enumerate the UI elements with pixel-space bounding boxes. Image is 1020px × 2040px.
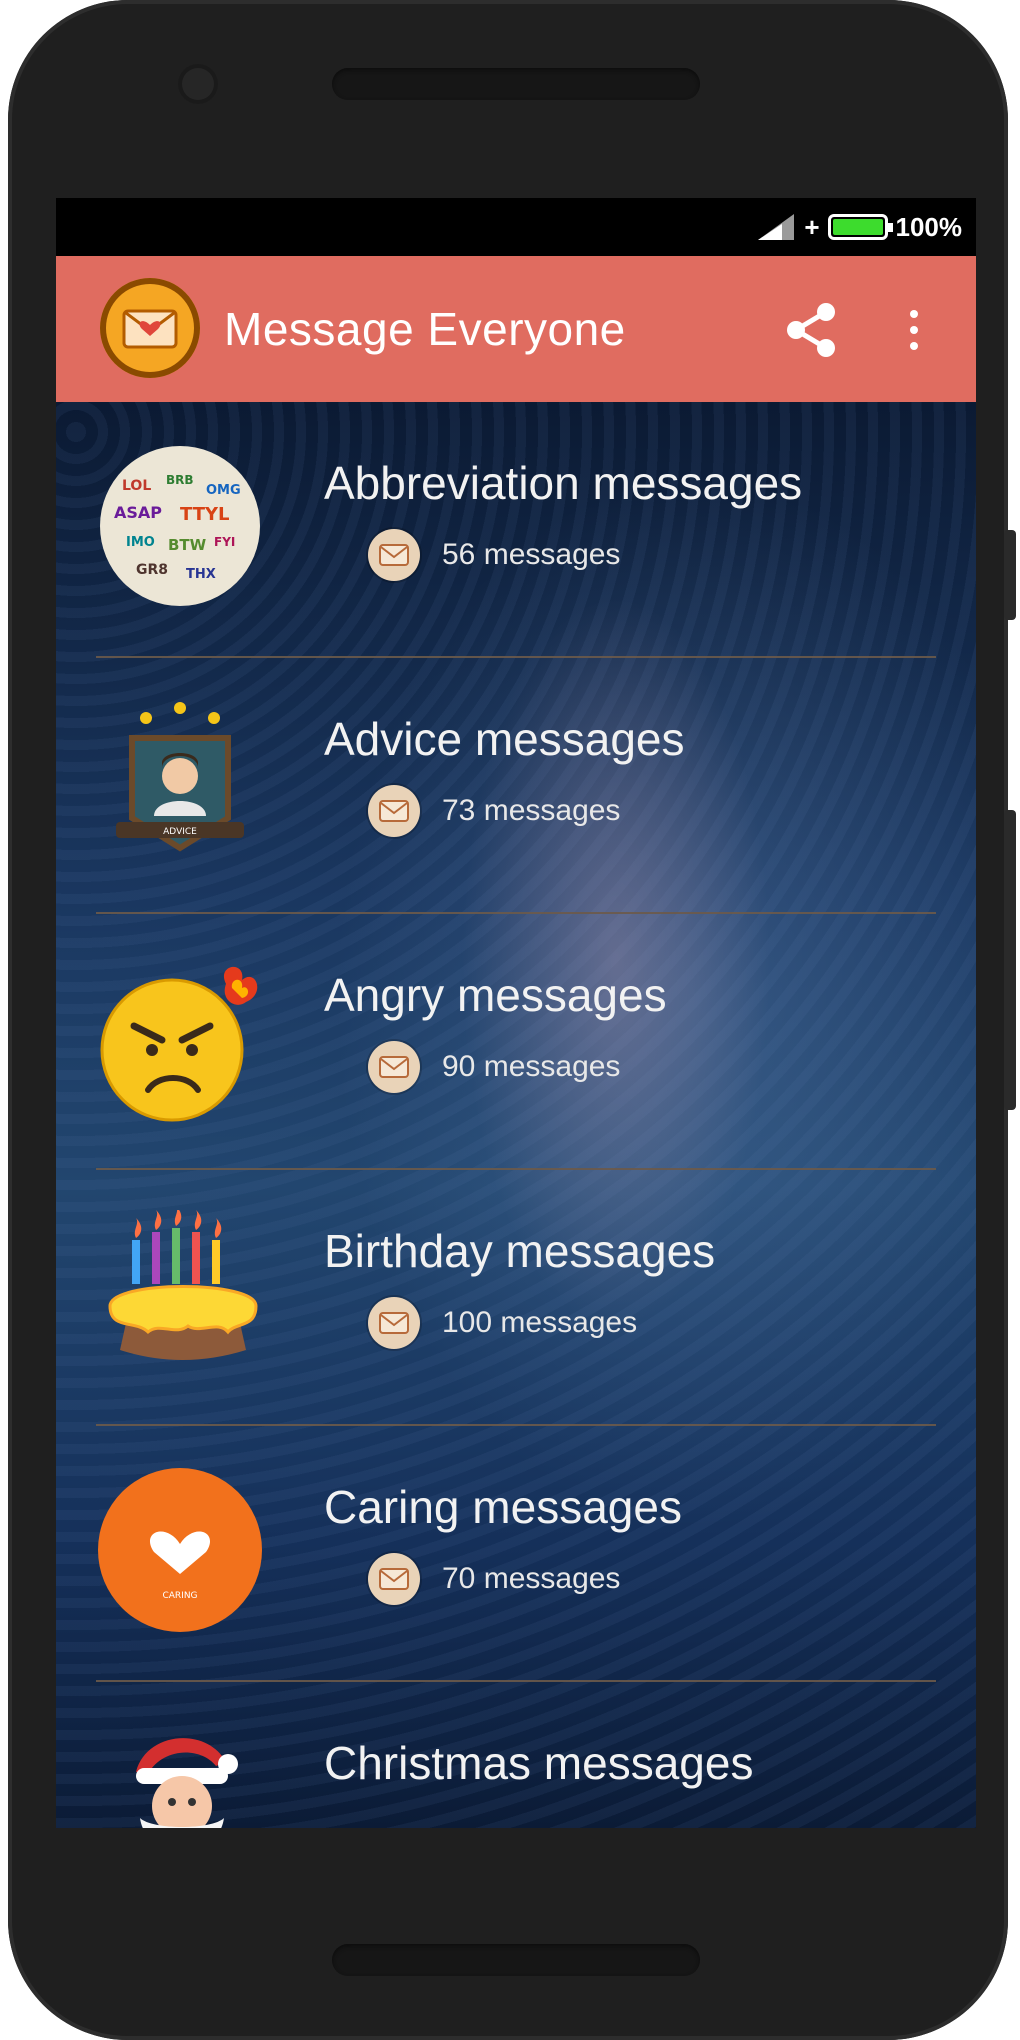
santa-icon (96, 1722, 264, 1828)
svg-text:BRB: BRB (166, 473, 194, 487)
svg-text:GR8: GR8 (136, 562, 168, 578)
category-title: Abbreviation messages (324, 457, 803, 509)
share-button[interactable] (782, 300, 842, 360)
category-title: Birthday messages (324, 1225, 716, 1277)
advice-badge-icon: ADVICE (96, 698, 264, 866)
battery-level (832, 219, 883, 235)
svg-text:BTW: BTW (168, 536, 207, 554)
category-list[interactable]: LOL BRB OMG ASAP TTYL IMO BTW FYI GR8 TH… (56, 402, 976, 1828)
heart-icon: CARING (96, 1466, 264, 1634)
message-count-label: 56 messages (442, 538, 621, 571)
envelope-icon (368, 529, 420, 581)
envelope-icon (368, 1297, 420, 1349)
signal-icon (758, 214, 795, 240)
message-count: 70 messages (368, 1552, 620, 1606)
more-vert-icon (910, 310, 918, 318)
category-title: Advice messages (324, 713, 685, 765)
message-count: 100 messages (368, 1296, 637, 1350)
svg-text:ASAP: ASAP (114, 503, 162, 522)
message-count-label: 70 messages (442, 1562, 621, 1595)
phone-side-button (1004, 530, 1016, 620)
category-title: Angry messages (324, 969, 667, 1021)
phone-frame: + 100% Message Everyone LOL BRB OMG ASAP… (8, 0, 1008, 2040)
list-item[interactable]: ADVICE Advice messages 73 messages (56, 658, 976, 914)
angry-face-icon (96, 954, 264, 1122)
message-count-label: 90 messages (442, 1050, 621, 1083)
earpiece-speaker (332, 68, 700, 100)
svg-text:LOL: LOL (122, 478, 151, 494)
birthday-cake-icon (96, 1206, 264, 1378)
envelope-icon (368, 785, 420, 837)
svg-text:TTYL: TTYL (180, 504, 229, 525)
category-title: Caring messages (324, 1481, 682, 1533)
envelope-heart-icon[interactable] (100, 278, 200, 378)
battery-icon (827, 214, 893, 240)
app-title: Message Everyone (224, 303, 626, 355)
list-item[interactable]: Angry messages 90 messages (56, 914, 976, 1170)
svg-text:CARING: CARING (162, 1591, 197, 1601)
message-count: 73 messages (368, 784, 620, 838)
list-item[interactable]: Birthday messages 100 messages (56, 1170, 976, 1426)
svg-text:THX: THX (186, 567, 216, 582)
list-item[interactable]: Christmas messages (56, 1682, 976, 1828)
message-count-label: 100 messages (442, 1306, 638, 1339)
list-item[interactable]: LOL BRB OMG ASAP TTYL IMO BTW FYI GR8 TH… (56, 402, 976, 658)
status-bar: + 100% (56, 198, 976, 256)
battery-percent: 100% (895, 211, 963, 242)
svg-text:IMO: IMO (126, 535, 155, 550)
category-title: Christmas messages (324, 1737, 754, 1789)
word-cloud-icon: LOL BRB OMG ASAP TTYL IMO BTW FYI GR8 TH… (96, 442, 264, 610)
front-camera (178, 64, 218, 104)
message-count: 90 messages (368, 1040, 620, 1094)
svg-text:FYI: FYI (214, 535, 235, 549)
app-bar: Message Everyone (56, 256, 976, 402)
charging-plus-icon: + (804, 211, 820, 242)
list-item[interactable]: CARING Caring messages 70 messages (56, 1426, 976, 1682)
more-options-button[interactable] (896, 296, 932, 364)
message-count: 56 messages (368, 528, 620, 582)
share-icon (787, 303, 835, 357)
svg-text:OMG: OMG (206, 483, 241, 498)
envelope-icon (368, 1041, 420, 1093)
phone-volume-button (1004, 810, 1016, 1110)
message-count-label: 73 messages (442, 794, 621, 827)
envelope-icon (368, 1553, 420, 1605)
bottom-speaker (332, 1944, 700, 1976)
svg-text:ADVICE: ADVICE (163, 827, 197, 837)
screen: + 100% Message Everyone LOL BRB OMG ASAP… (56, 198, 976, 1828)
